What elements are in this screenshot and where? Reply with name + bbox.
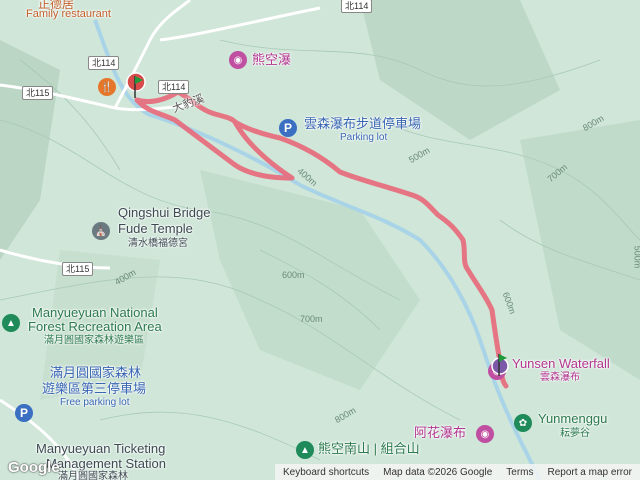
road-shield-114-top: 北114 bbox=[341, 0, 373, 13]
road-shield-114: 北114 bbox=[88, 56, 120, 70]
parking-label-en[interactable]: Parking lot bbox=[340, 132, 387, 143]
terms-link[interactable]: Terms bbox=[506, 467, 533, 478]
ticketing-label-1[interactable]: Manyueyuan Ticketing bbox=[36, 441, 165, 456]
waterfall-label-en[interactable]: Yunsen Waterfall bbox=[512, 356, 610, 371]
road-shield-114-mid: 北114 bbox=[158, 80, 190, 94]
ticketing-label-2[interactable]: Management Station bbox=[46, 456, 166, 471]
attribution-bar: Keyboard shortcuts Map data ©2026 Google… bbox=[274, 464, 640, 480]
temple-label-1[interactable]: Qingshui Bridge bbox=[118, 205, 211, 220]
contour-label: 500m bbox=[632, 245, 640, 269]
ticketing-label-cn[interactable]: 滿月圓國家森林 bbox=[58, 471, 128, 480]
hiking-track bbox=[134, 89, 509, 389]
map-data-text: Map data ©2026 Google bbox=[383, 466, 493, 478]
camera-icon[interactable]: ◉ bbox=[476, 425, 494, 443]
keyboard-shortcuts-link[interactable]: Keyboard shortcuts bbox=[283, 467, 369, 478]
temple-label-cn[interactable]: 清水橋福德宮 bbox=[128, 238, 188, 249]
map-canvas[interactable]: 正德居 Family restaurant 北114 北114 北115 北11… bbox=[0, 0, 640, 480]
mountain-label[interactable]: 熊空南山 | 組合山 bbox=[318, 441, 420, 456]
restaurant-label[interactable]: Family restaurant bbox=[26, 8, 111, 20]
waterfall-label-cn[interactable]: 雲森瀑布 bbox=[540, 372, 580, 383]
contour-label: 600m bbox=[282, 270, 305, 280]
forest-label-2[interactable]: Forest Recreation Area bbox=[28, 319, 162, 334]
road-shield-115: 北115 bbox=[22, 86, 54, 100]
temple-icon[interactable]: ⛪ bbox=[92, 222, 110, 240]
parking-icon[interactable]: P bbox=[15, 404, 33, 422]
forest-label-cn[interactable]: 滿月圓國家森林遊樂區 bbox=[44, 335, 144, 346]
report-error-link[interactable]: Report a map error bbox=[548, 467, 632, 478]
restaurant-icon[interactable]: 🍴 bbox=[98, 78, 116, 96]
free-parking-label-cn-2[interactable]: 遊樂區第三停車場 bbox=[42, 381, 146, 396]
parking-label-cn[interactable]: 雲森瀑布步道停車場 bbox=[304, 116, 421, 131]
google-logo: Google bbox=[8, 459, 60, 476]
start-marker[interactable] bbox=[126, 72, 146, 100]
tree-icon[interactable]: ▲ bbox=[2, 314, 20, 332]
tree-icon[interactable]: ✿ bbox=[514, 414, 532, 432]
camera-icon[interactable]: ◉ bbox=[229, 51, 247, 69]
yunmenggu-label-cn[interactable]: 耘夢谷 bbox=[560, 428, 590, 439]
road-shield-115-lower: 北115 bbox=[62, 262, 94, 276]
mountain-icon[interactable]: ▲ bbox=[296, 441, 314, 459]
ahua-waterfall-label[interactable]: 阿花瀑布 bbox=[414, 425, 466, 440]
bear-waterfall-label[interactable]: 熊空瀑 bbox=[252, 52, 291, 67]
free-parking-label-cn-1[interactable]: 滿月圓國家森林 bbox=[50, 365, 141, 380]
yunmenggu-label-en[interactable]: Yunmenggu bbox=[538, 411, 607, 426]
contour-label: 700m bbox=[300, 314, 323, 324]
free-parking-label-en[interactable]: Free parking lot bbox=[60, 397, 129, 408]
end-marker[interactable] bbox=[490, 352, 510, 380]
temple-label-2[interactable]: Fude Temple bbox=[118, 221, 193, 236]
parking-icon[interactable]: P bbox=[279, 119, 297, 137]
